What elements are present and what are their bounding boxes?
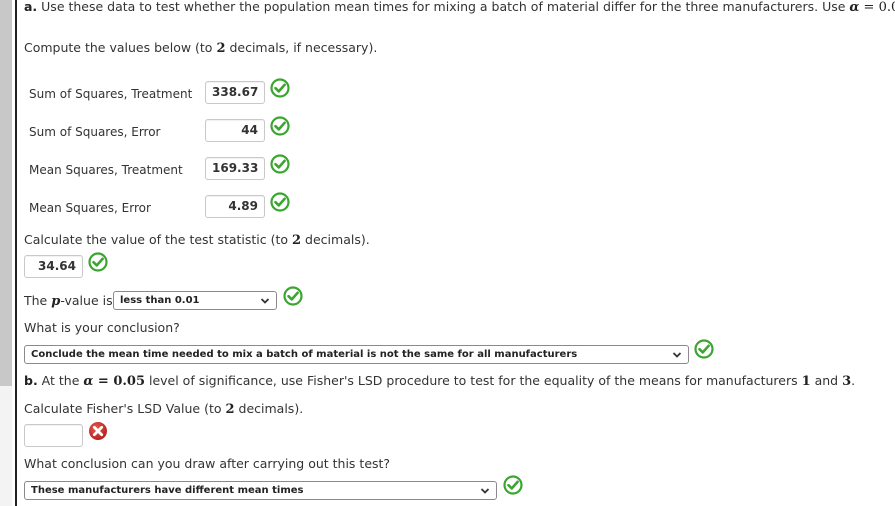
ms-error-label: Mean Squares, Error — [29, 201, 151, 215]
test-stat-input[interactable]: 34.64 — [24, 255, 83, 278]
scroll-indicator — [0, 0, 12, 386]
correct-check-icon — [694, 339, 714, 359]
pvalue-label: The p-value is — [24, 293, 113, 309]
pvalue-selected: less than 0.01 — [120, 295, 200, 306]
decimals-number: 2 — [292, 233, 302, 248]
conclusion-question: What is your conclusion? — [24, 320, 180, 335]
correct-check-icon — [283, 286, 303, 306]
lsd-input[interactable] — [24, 424, 83, 447]
manufacturer-1: 1 — [801, 374, 811, 389]
correct-check-icon — [503, 475, 523, 495]
lsd-conclusion-question: What conclusion can you draw after carry… — [24, 456, 391, 471]
part-b-text: At the — [37, 373, 84, 388]
period: . — [851, 373, 856, 388]
instruction-text: decimals). — [234, 401, 304, 416]
decimals-number: 2 — [225, 402, 235, 417]
compute-instruction: Compute the values below (to 2 decimals,… — [24, 40, 377, 56]
lsd-conclusion-select[interactable]: These manufacturers have different mean … — [24, 481, 497, 500]
ss-treatment-label: Sum of Squares, Treatment — [29, 87, 193, 101]
chevron-down-icon — [260, 298, 270, 304]
part-a-marker: a. — [24, 0, 38, 14]
label-text: The — [24, 293, 52, 308]
test-stat-instruction: Calculate the value of the test statisti… — [24, 232, 370, 248]
alpha-value: = 0.05 — [863, 0, 895, 15]
ms-error-input[interactable]: 4.89 — [205, 195, 265, 218]
instruction-text: decimals). — [301, 232, 370, 247]
conclusion-selected: Conclude the mean time needed to mix a b… — [31, 349, 578, 360]
ss-error-label: Sum of Squares, Error — [29, 125, 161, 139]
part-b-text: and — [810, 373, 843, 388]
correct-check-icon — [88, 252, 108, 272]
pvalue-select[interactable]: less than 0.01 — [113, 291, 277, 310]
correct-check-icon — [270, 154, 290, 174]
correct-check-icon — [270, 192, 290, 212]
ss-treatment-input[interactable]: 338.67 — [205, 81, 265, 104]
chevron-down-icon — [672, 352, 682, 358]
part-b-marker: b. — [24, 373, 38, 388]
ms-treatment-label: Mean Squares, Treatment — [29, 163, 183, 177]
correct-check-icon — [270, 116, 290, 136]
incorrect-x-icon — [89, 422, 107, 440]
instruction-text: Compute the values below (to — [24, 40, 217, 55]
manufacturer-3: 3 — [842, 374, 852, 389]
alpha-symbol: α — [849, 0, 860, 15]
ms-treatment-input[interactable]: 169.33 — [205, 157, 265, 180]
lsd-instruction: Calculate Fisher's LSD Value (to 2 decim… — [24, 401, 303, 417]
correct-check-icon — [270, 78, 290, 98]
part-a-text: Use these data to test whether the popul… — [37, 0, 850, 14]
alpha-symbol: α — [83, 374, 94, 389]
part-a-prompt: a. Use these data to test whether the po… — [24, 0, 895, 15]
conclusion-select[interactable]: Conclude the mean time needed to mix a b… — [24, 345, 689, 364]
instruction-text: decimals, if necessary). — [225, 40, 378, 55]
part-b-prompt: b. At the α = 0.05 level of significance… — [24, 373, 855, 389]
p-symbol: p — [51, 294, 61, 309]
instruction-text: Calculate the value of the test statisti… — [24, 232, 293, 247]
ss-error-input[interactable]: 44 — [205, 119, 265, 142]
part-b-text: level of significance, use Fisher's LSD … — [145, 373, 802, 388]
left-rule — [15, 0, 17, 506]
alpha-value: = 0.05 — [93, 374, 145, 389]
label-text: -value is — [60, 293, 113, 308]
left-gutter — [0, 0, 12, 506]
lsd-conclusion-selected: These manufacturers have different mean … — [31, 485, 304, 496]
chevron-down-icon — [480, 488, 490, 494]
instruction-text: Calculate Fisher's LSD Value (to — [24, 401, 226, 416]
